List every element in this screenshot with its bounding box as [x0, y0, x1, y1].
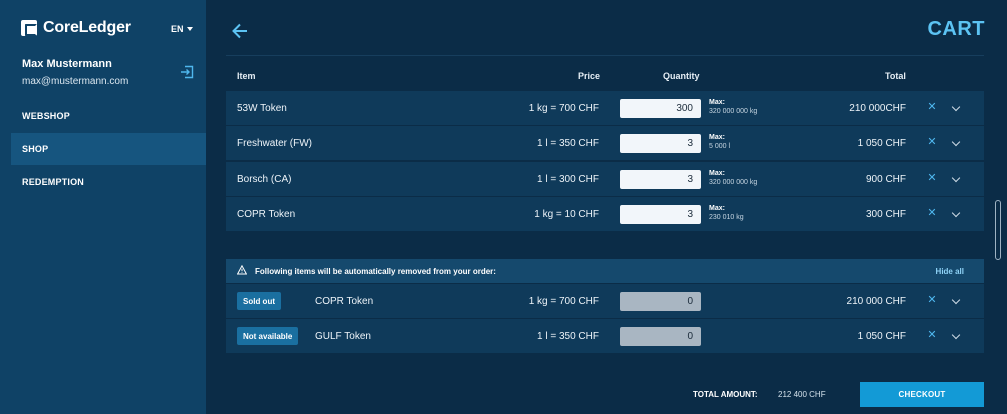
removed-row: Not available GULF Token 1 l = 350 CHF 0…: [226, 319, 984, 353]
coreledger-logo-icon: [21, 20, 37, 36]
max-info: Max: 230 010 kg: [709, 204, 744, 222]
quantity-input: 0: [620, 292, 701, 311]
item-price: 1 l = 350 CHF: [537, 137, 599, 149]
item-name: COPR Token: [237, 208, 296, 220]
column-header-price: Price: [578, 71, 601, 81]
warning-icon: [237, 265, 247, 275]
nav-item-webshop[interactable]: WEBSHOP: [11, 100, 206, 132]
page-title: CART: [927, 18, 985, 40]
max-label: Max:: [709, 99, 725, 106]
nav-item-shop[interactable]: SHOP: [11, 133, 206, 165]
total-amount-label: TOTAL AMOUNT:: [693, 390, 758, 399]
brand-name: CoreLedger: [43, 19, 131, 36]
status-badge: Not available: [237, 327, 299, 345]
status-badge: Sold out: [237, 292, 281, 310]
quantity-input: 0: [620, 327, 701, 346]
max-info: Max: 320 000 000 kg: [709, 169, 757, 187]
user-name: Max Mustermann: [22, 58, 112, 70]
cart-row: COPR Token 1 kg = 10 CHF 3 Max: 230 010 k…: [226, 197, 984, 231]
chevron-down-icon[interactable]: [951, 295, 961, 305]
item-name: GULF Token: [315, 330, 371, 342]
logout-icon[interactable]: [180, 65, 194, 79]
column-header-total: Total: [885, 71, 906, 81]
cart-row: Freshwater (FW) 1 l = 350 CHF 3 Max: 5 00…: [226, 126, 984, 160]
cart-row: 53W Token 1 kg = 700 CHF 300 Max: 320 000…: [226, 91, 984, 125]
item-price: 1 kg = 700 CHF: [528, 102, 599, 114]
scrollbar-thumb[interactable]: [995, 200, 1001, 260]
max-value: 230 010 kg: [709, 214, 744, 221]
max-value: 5 000 l: [709, 143, 731, 150]
language-label: EN: [171, 24, 184, 34]
quantity-input[interactable]: 3: [620, 170, 701, 189]
language-selector[interactable]: EN: [171, 24, 193, 34]
cart-row: Borsch (CA) 1 l = 300 CHF 3 Max: 320 000 …: [226, 162, 984, 196]
remove-icon[interactable]: ✕: [927, 173, 937, 184]
remove-icon[interactable]: ✕: [927, 137, 937, 148]
column-header-item: Item: [237, 71, 256, 81]
remove-icon[interactable]: ✕: [927, 295, 937, 306]
removal-warning: Following items will be automatically re…: [226, 259, 984, 283]
item-total: 900 CHF: [865, 173, 906, 185]
quantity-input[interactable]: 3: [620, 134, 701, 153]
max-value: 320 000 000 kg: [709, 108, 758, 115]
removed-row: Sold out COPR Token 1 kg = 700 CHF 0 210…: [226, 284, 984, 318]
chevron-down-icon[interactable]: [951, 208, 961, 218]
item-name: 53W Token: [237, 102, 287, 114]
max-info: Max: 320 000 000 kg: [709, 98, 757, 116]
total-amount-value: 212 400 CHF: [778, 390, 826, 399]
column-header-quantity: Quantity: [663, 71, 700, 81]
max-label: Max:: [709, 134, 725, 141]
nav-item-redemption[interactable]: REDEMPTION: [11, 166, 206, 198]
quantity-input[interactable]: 300: [620, 99, 701, 118]
max-label: Max:: [709, 170, 725, 177]
user-email: max@mustermann.com: [22, 76, 129, 87]
chevron-down-icon[interactable]: [951, 102, 961, 112]
item-name: Freshwater (FW): [237, 137, 312, 149]
item-price: 1 l = 300 CHF: [537, 173, 599, 185]
item-total: 1 050 CHF: [857, 330, 906, 342]
item-price: 1 kg = 700 CHF: [528, 295, 599, 307]
item-total: 300 CHF: [865, 208, 906, 220]
max-value: 320 000 000 kg: [709, 179, 758, 186]
back-arrow-icon[interactable]: [231, 22, 249, 40]
warning-text: Following items will be automatically re…: [255, 266, 496, 276]
chevron-down-icon[interactable]: [951, 173, 961, 183]
item-total: 210 000CHF: [849, 102, 906, 114]
quantity-input[interactable]: 3: [620, 205, 701, 224]
remove-icon[interactable]: ✕: [927, 330, 937, 341]
brand-logo[interactable]: CoreLedger: [21, 19, 131, 37]
chevron-down-icon[interactable]: [951, 137, 961, 147]
chevron-down-icon[interactable]: [951, 330, 961, 340]
remove-icon[interactable]: ✕: [927, 102, 937, 113]
item-total: 1 050 CHF: [857, 137, 906, 149]
max-label: Max:: [709, 205, 725, 212]
item-name: Borsch (CA): [237, 173, 292, 185]
caret-down-icon: [186, 27, 193, 31]
hide-all-link[interactable]: Hide all: [936, 259, 964, 283]
item-total: 210 000 CHF: [846, 295, 906, 307]
item-price: 1 kg = 10 CHF: [534, 208, 599, 220]
item-price: 1 l = 350 CHF: [537, 330, 599, 342]
remove-icon[interactable]: ✕: [927, 208, 937, 219]
header-divider: [226, 55, 984, 56]
sidebar: CoreLedger EN Max Mustermann max@musterm…: [0, 0, 206, 414]
max-info: Max: 5 000 l: [709, 133, 730, 151]
item-name: COPR Token: [315, 295, 374, 307]
checkout-button[interactable]: CHECKOUT: [860, 382, 984, 407]
